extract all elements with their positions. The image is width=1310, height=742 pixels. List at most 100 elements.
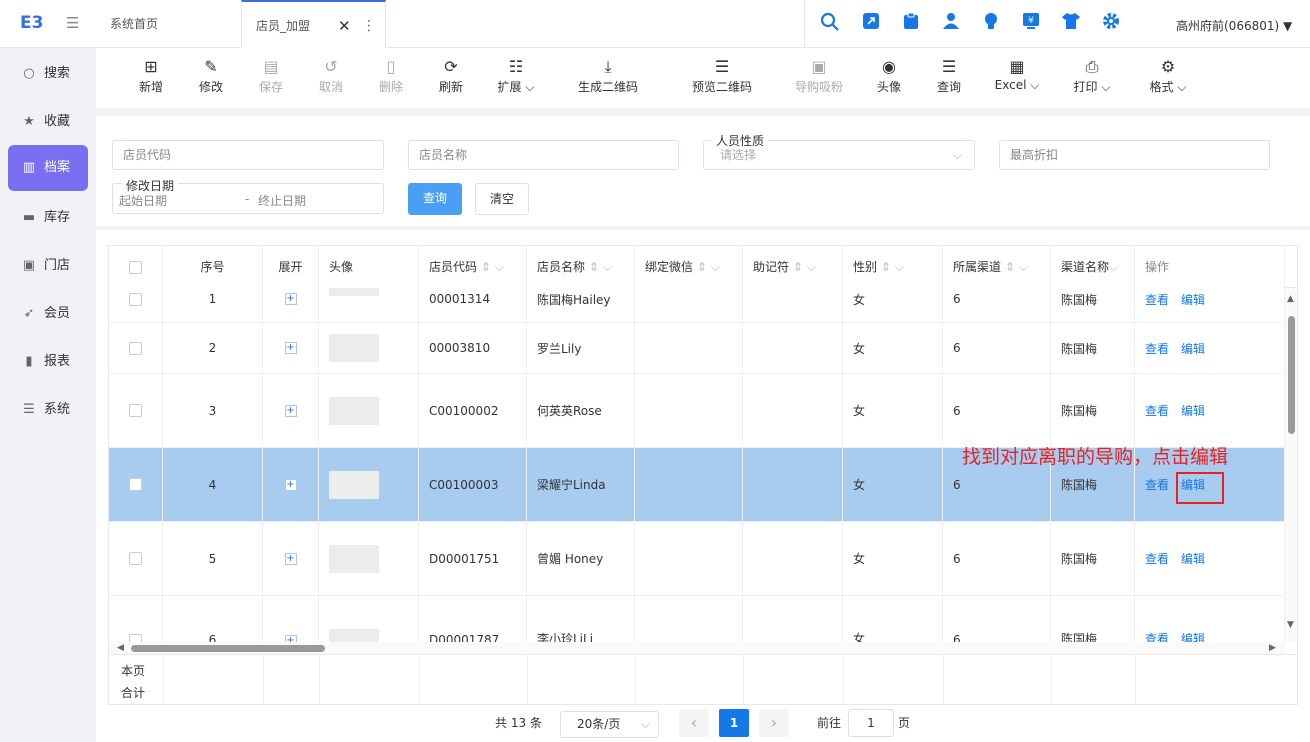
header-gender[interactable]: 性别 ⇕ ⌵ xyxy=(843,246,943,288)
goto-page-input[interactable]: 1 xyxy=(848,709,894,737)
avatar-button[interactable]: ◉ 头像 xyxy=(859,56,919,95)
header-clerk-name[interactable]: 店员名称 ⇕ ⌵ xyxy=(527,246,635,288)
row-checkbox[interactable] xyxy=(129,478,142,491)
end-date-input[interactable]: 终止日期 xyxy=(258,184,306,218)
prev-page-button[interactable]: ‹ xyxy=(679,709,709,737)
view-link[interactable]: 查看 xyxy=(1145,476,1169,493)
extend-button[interactable]: ☷ 扩展 ⌵ xyxy=(486,56,546,95)
sidebar-item-label: 档案 xyxy=(44,160,71,175)
print-button[interactable]: ⎙ 打印 ⌵ xyxy=(1062,56,1122,95)
scroll-up-icon[interactable]: ▲ xyxy=(1287,294,1294,304)
expand-icon[interactable] xyxy=(860,12,882,34)
server-icon: ☰ xyxy=(23,402,35,417)
sort-icon[interactable]: ⇕ ⌵ xyxy=(589,260,612,274)
edit-link[interactable]: 编辑 xyxy=(1181,402,1205,419)
sidebar-item-archive[interactable]: ▥ 档案 xyxy=(8,145,88,191)
tab-clerk-franchise[interactable]: 店员_加盟 ✕ ⋮ xyxy=(241,0,386,48)
table-row[interactable]: 5 + D00001751 曾媚 Honey 女 6 陈国梅 查看 编辑 xyxy=(109,522,1285,596)
row-checkbox[interactable] xyxy=(129,404,142,417)
header-channel-name[interactable]: 渠道名称⌵ xyxy=(1051,246,1135,288)
clear-filter-button[interactable]: 清空 xyxy=(475,183,529,215)
expand-icon[interactable]: + xyxy=(284,478,297,491)
table-row[interactable]: 3 + C00100002 何英英Rose 女 6 陈国梅 查看 编辑 xyxy=(109,374,1285,448)
scrollbar-thumb[interactable] xyxy=(1288,316,1295,434)
expand-icon[interactable]: + xyxy=(284,404,297,417)
row-checkbox[interactable] xyxy=(129,341,142,355)
preview-qr-button[interactable]: ☰ 预览二维码 xyxy=(682,56,762,95)
sort-icon[interactable]: ⇕ ⌵ xyxy=(881,260,904,274)
header-wechat[interactable]: 绑定微信 ⇕ ⌵ xyxy=(635,246,743,288)
edit-button[interactable]: ✎ 修改 xyxy=(181,56,241,95)
save-button[interactable]: ▤ 保存 xyxy=(241,56,301,95)
channel: 6 xyxy=(943,323,1051,373)
sidebar-item-favorites[interactable]: ★ 收藏 xyxy=(8,102,88,142)
sort-icon[interactable]: ⇕ ⌵ xyxy=(697,260,720,274)
sidebar-item-search[interactable]: ○ 搜索 xyxy=(8,54,88,94)
avatar-icon: ◉ xyxy=(882,57,896,76)
settings-icon[interactable] xyxy=(1100,12,1122,34)
header-channel[interactable]: 所属渠道 ⇕ ⌵ xyxy=(943,246,1051,288)
edit-link[interactable]: 编辑 xyxy=(1181,291,1205,308)
close-icon[interactable]: ✕ xyxy=(338,2,351,50)
scroll-left-icon[interactable]: ◀ xyxy=(117,642,124,654)
page-size-select[interactable]: 20条/页 ⌵ xyxy=(560,711,659,738)
excel-button[interactable]: ▦ Excel ⌵ xyxy=(987,56,1047,93)
attract-fans-button[interactable]: ▣ 导购吸粉 xyxy=(784,56,854,95)
tab-home[interactable]: 系统首页 xyxy=(110,0,158,48)
search-icon[interactable] xyxy=(819,12,841,34)
sidebar-item-reports[interactable]: ▮ 报表 xyxy=(8,342,88,382)
edit-link[interactable]: 编辑 xyxy=(1181,340,1205,357)
expand-icon[interactable]: + xyxy=(284,552,297,565)
sidebar-item-members[interactable]: ➶ 会员 xyxy=(8,294,88,334)
scroll-right-icon[interactable]: ▶ xyxy=(1269,642,1276,654)
header-clerk-code[interactable]: 店员代码 ⇕ ⌵ xyxy=(419,246,527,288)
next-page-button[interactable]: › xyxy=(759,709,789,737)
expand-icon[interactable]: + xyxy=(284,342,297,354)
format-button[interactable]: ⚙ 格式 ⌵ xyxy=(1138,56,1198,95)
add-button[interactable]: ⊞ 新增 xyxy=(121,56,181,95)
max-discount-input[interactable]: 最高折扣 xyxy=(999,140,1270,170)
shirt-icon[interactable] xyxy=(1060,12,1082,34)
clipboard-icon[interactable] xyxy=(900,12,922,34)
cashier-icon[interactable]: ¥ xyxy=(1020,12,1042,34)
clerk-code-input[interactable]: 店员代码 xyxy=(112,140,384,170)
vertical-scrollbar[interactable]: ▲ ▼ xyxy=(1285,288,1297,642)
view-link[interactable]: 查看 xyxy=(1145,402,1169,419)
select-all-checkbox[interactable] xyxy=(129,260,142,274)
view-link[interactable]: 查看 xyxy=(1145,291,1169,308)
horizontal-scrollbar[interactable]: ◀ ▶ xyxy=(109,642,1285,654)
store-selector[interactable]: 高州府前(066801) ▼ xyxy=(1176,17,1292,34)
sort-icon[interactable]: ⇕ ⌵ xyxy=(1005,260,1028,274)
page-1-button[interactable]: 1 xyxy=(719,709,749,737)
clerk-name-input[interactable]: 店员名称 xyxy=(408,140,679,170)
edit-link[interactable]: 编辑 xyxy=(1181,550,1205,567)
scrollbar-thumb[interactable] xyxy=(131,645,325,652)
scroll-down-icon[interactable]: ▼ xyxy=(1287,620,1294,630)
generate-qr-button[interactable]: ⤓ 生成二维码 xyxy=(568,56,648,95)
filter-icon[interactable]: ⌵ xyxy=(1109,260,1118,274)
start-date-input[interactable]: 起始日期 xyxy=(119,194,167,208)
sort-icon[interactable]: ⇕ ⌵ xyxy=(793,260,816,274)
query-filter-button[interactable]: 查询 xyxy=(408,183,462,215)
more-icon[interactable]: ⋮ xyxy=(362,2,376,50)
query-button[interactable]: ☰ 查询 xyxy=(919,56,979,95)
view-link[interactable]: 查看 xyxy=(1145,340,1169,357)
row-checkbox[interactable] xyxy=(129,292,142,306)
sort-icon[interactable]: ⇕ ⌵ xyxy=(481,260,504,274)
user-icon[interactable] xyxy=(940,12,962,34)
menu-toggle-icon[interactable]: ☰ xyxy=(66,14,84,32)
row-checkbox[interactable] xyxy=(129,552,142,565)
view-link[interactable]: 查看 xyxy=(1145,550,1169,567)
divider xyxy=(527,655,528,704)
header-mnemonic[interactable]: 助记符 ⇕ ⌵ xyxy=(743,246,843,288)
rocket-icon: ➶ xyxy=(23,306,35,321)
cancel-button[interactable]: ↺ 取消 xyxy=(301,56,361,95)
sidebar-item-inventory[interactable]: ▬ 库存 xyxy=(8,198,88,238)
delete-button[interactable]: ▯ 删除 xyxy=(361,56,421,95)
bulb-icon[interactable] xyxy=(980,12,1002,34)
sidebar-item-system[interactable]: ☰ 系统 xyxy=(8,390,88,430)
table-row[interactable]: 2 + 00003810 罗兰Lily 女 6 陈国梅 查看 编辑 xyxy=(109,323,1285,374)
expand-icon[interactable]: + xyxy=(284,293,297,305)
refresh-button[interactable]: ⟳ 刷新 xyxy=(421,56,481,95)
sidebar-item-stores[interactable]: ▣ 门店 xyxy=(8,246,88,286)
